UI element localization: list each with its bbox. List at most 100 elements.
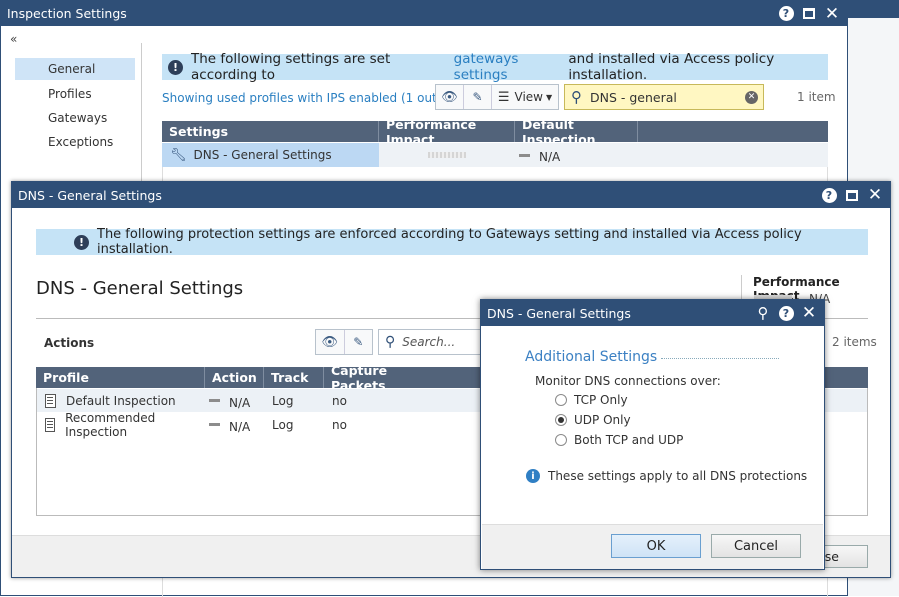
additional-settings-dialog: DNS - General Settings ⚲ ? ✕ Additional … [480, 299, 825, 570]
help-icon: ? [778, 6, 794, 21]
help-button[interactable]: ? [778, 305, 794, 321]
popup-titlebar: DNS - General Settings ⚲ ? ✕ [481, 300, 824, 326]
close-button[interactable]: ✕ [824, 5, 840, 22]
nav-item-gateways[interactable]: Gateways [15, 107, 135, 129]
radio-udp-only[interactable]: UDP Only [555, 413, 631, 427]
row-name: DNS - General Settings [193, 148, 332, 162]
column-performance-impact[interactable]: Performance Impact [379, 117, 515, 147]
nav-label: Exceptions [48, 135, 114, 149]
window-title: DNS - General Settings [487, 305, 631, 321]
radio-indicator [555, 434, 567, 446]
cancel-button[interactable]: Cancel [711, 534, 801, 558]
dash-icon [519, 153, 530, 157]
profile-name: Recommended Inspection [65, 410, 156, 439]
nav-item-profiles[interactable]: Profiles [15, 83, 135, 105]
section-divider [661, 358, 779, 359]
column-empty [638, 121, 828, 142]
nav-item-general[interactable]: General [15, 58, 135, 80]
search-box[interactable]: ⚲ Search... [378, 329, 488, 355]
view-details-button[interactable]: 👁 [316, 330, 345, 354]
item-count: 1 item [797, 90, 836, 104]
section-title: Additional Settings [525, 349, 658, 365]
nav-item-exceptions[interactable]: Exceptions [15, 131, 135, 153]
pencil-icon: ✎ [353, 335, 364, 349]
info-text-pre: The following settings are set according… [191, 51, 391, 83]
showing-profiles-link[interactable]: Showing used profiles with IPS enabled (… [162, 91, 468, 105]
ok-label: OK [646, 538, 666, 554]
radio-tcp-only[interactable]: TCP Only [555, 393, 628, 407]
maximize-icon [803, 8, 815, 19]
settings-note: i These settings apply to all DNS protec… [526, 469, 807, 483]
close-button[interactable]: ✕ [801, 303, 817, 323]
settings-table-header: Settings Performance Impact Default Insp… [162, 117, 828, 147]
cancel-label: Cancel [733, 538, 779, 554]
capture-value: no [332, 393, 347, 408]
search-box[interactable]: ⚲ DNS - general ✕ [564, 84, 764, 110]
window-title: Inspection Settings [7, 6, 127, 21]
actions-label: Actions [44, 336, 95, 350]
search-button[interactable]: ⚲ [755, 304, 771, 322]
default-value: N/A [539, 150, 561, 164]
profile-name: Default Inspection [66, 393, 176, 408]
action-cell: N/A [206, 416, 265, 434]
column-default-inspection[interactable]: Default Inspection [515, 117, 638, 147]
eye-icon: 👁 [321, 334, 338, 350]
column-profile[interactable]: Profile [36, 367, 205, 388]
radio-label: TCP Only [574, 393, 628, 407]
clear-search-icon[interactable]: ✕ [745, 90, 758, 104]
ok-button[interactable]: OK [611, 534, 701, 558]
edit-button[interactable]: ✎ [345, 330, 373, 354]
column-capture-packets[interactable]: Capture Packets [324, 363, 435, 393]
toolbar-group: 👁 ✎ ☰ View ▼ [435, 84, 559, 110]
view-details-button[interactable]: 👁 [436, 85, 464, 109]
action-cell: N/A [206, 392, 265, 410]
close-icon: ✕ [801, 303, 817, 323]
view-label: View [514, 90, 543, 104]
protection-info-bar: ! The following protection settings are … [36, 227, 868, 257]
info-text-post: and installed via Access policy installa… [568, 51, 775, 83]
radio-label: UDP Only [574, 413, 631, 427]
column-settings[interactable]: Settings [162, 121, 379, 142]
items-count: 2 items [832, 335, 877, 349]
track-value: Log [272, 417, 294, 432]
maximize-button[interactable] [801, 6, 817, 22]
column-track[interactable]: Track [264, 367, 324, 388]
table-row[interactable]: 🔧︎ DNS - General Settings N/A [162, 143, 828, 167]
gateways-settings-link[interactable]: gateways settings [454, 51, 564, 83]
help-icon: ? [778, 305, 794, 321]
search-icon: ⚲ [757, 304, 769, 322]
monitor-label: Monitor DNS connections over: [535, 374, 721, 388]
maximize-button[interactable] [844, 187, 860, 203]
actions-toolbar: 👁 ✎ [315, 329, 373, 355]
close-button[interactable]: ✕ [867, 185, 883, 205]
page-title: DNS - General Settings [36, 278, 244, 299]
help-button[interactable]: ? [778, 6, 794, 22]
action-value: N/A [229, 395, 251, 410]
info-icon: ! [168, 59, 183, 75]
performance-impact-bar [379, 143, 515, 167]
search-input[interactable]: Search... [402, 335, 455, 349]
radio-label: Both TCP and UDP [574, 433, 684, 447]
note-text: These settings apply to all DNS protecti… [548, 469, 808, 483]
capture-value: no [332, 417, 347, 432]
close-icon: ✕ [867, 185, 883, 205]
gateway-info-bar: ! The following settings are set accordi… [162, 51, 828, 83]
nav-divider [141, 43, 142, 183]
maximize-icon [846, 189, 858, 201]
impact-meter [428, 152, 466, 158]
help-button[interactable]: ? [821, 187, 837, 203]
radio-indicator-selected [555, 414, 567, 426]
inspection-titlebar: Inspection Settings ? ✕ [1, 1, 847, 26]
info-icon: ! [74, 234, 89, 250]
document-icon [45, 417, 56, 432]
info-text: The following protection settings are en… [97, 227, 802, 257]
default-inspection-cell: N/A [515, 146, 560, 164]
search-input[interactable]: DNS - general [590, 90, 745, 105]
dash-icon [209, 423, 220, 426]
column-action[interactable]: Action [205, 367, 264, 388]
collapse-sidebar-button[interactable]: « [10, 32, 17, 46]
edit-button[interactable]: ✎ [464, 85, 492, 109]
radio-both-tcp-udp[interactable]: Both TCP and UDP [555, 433, 683, 447]
view-menu-button[interactable]: ☰ View ▼ [492, 85, 558, 109]
nav-label: Profiles [48, 87, 92, 101]
